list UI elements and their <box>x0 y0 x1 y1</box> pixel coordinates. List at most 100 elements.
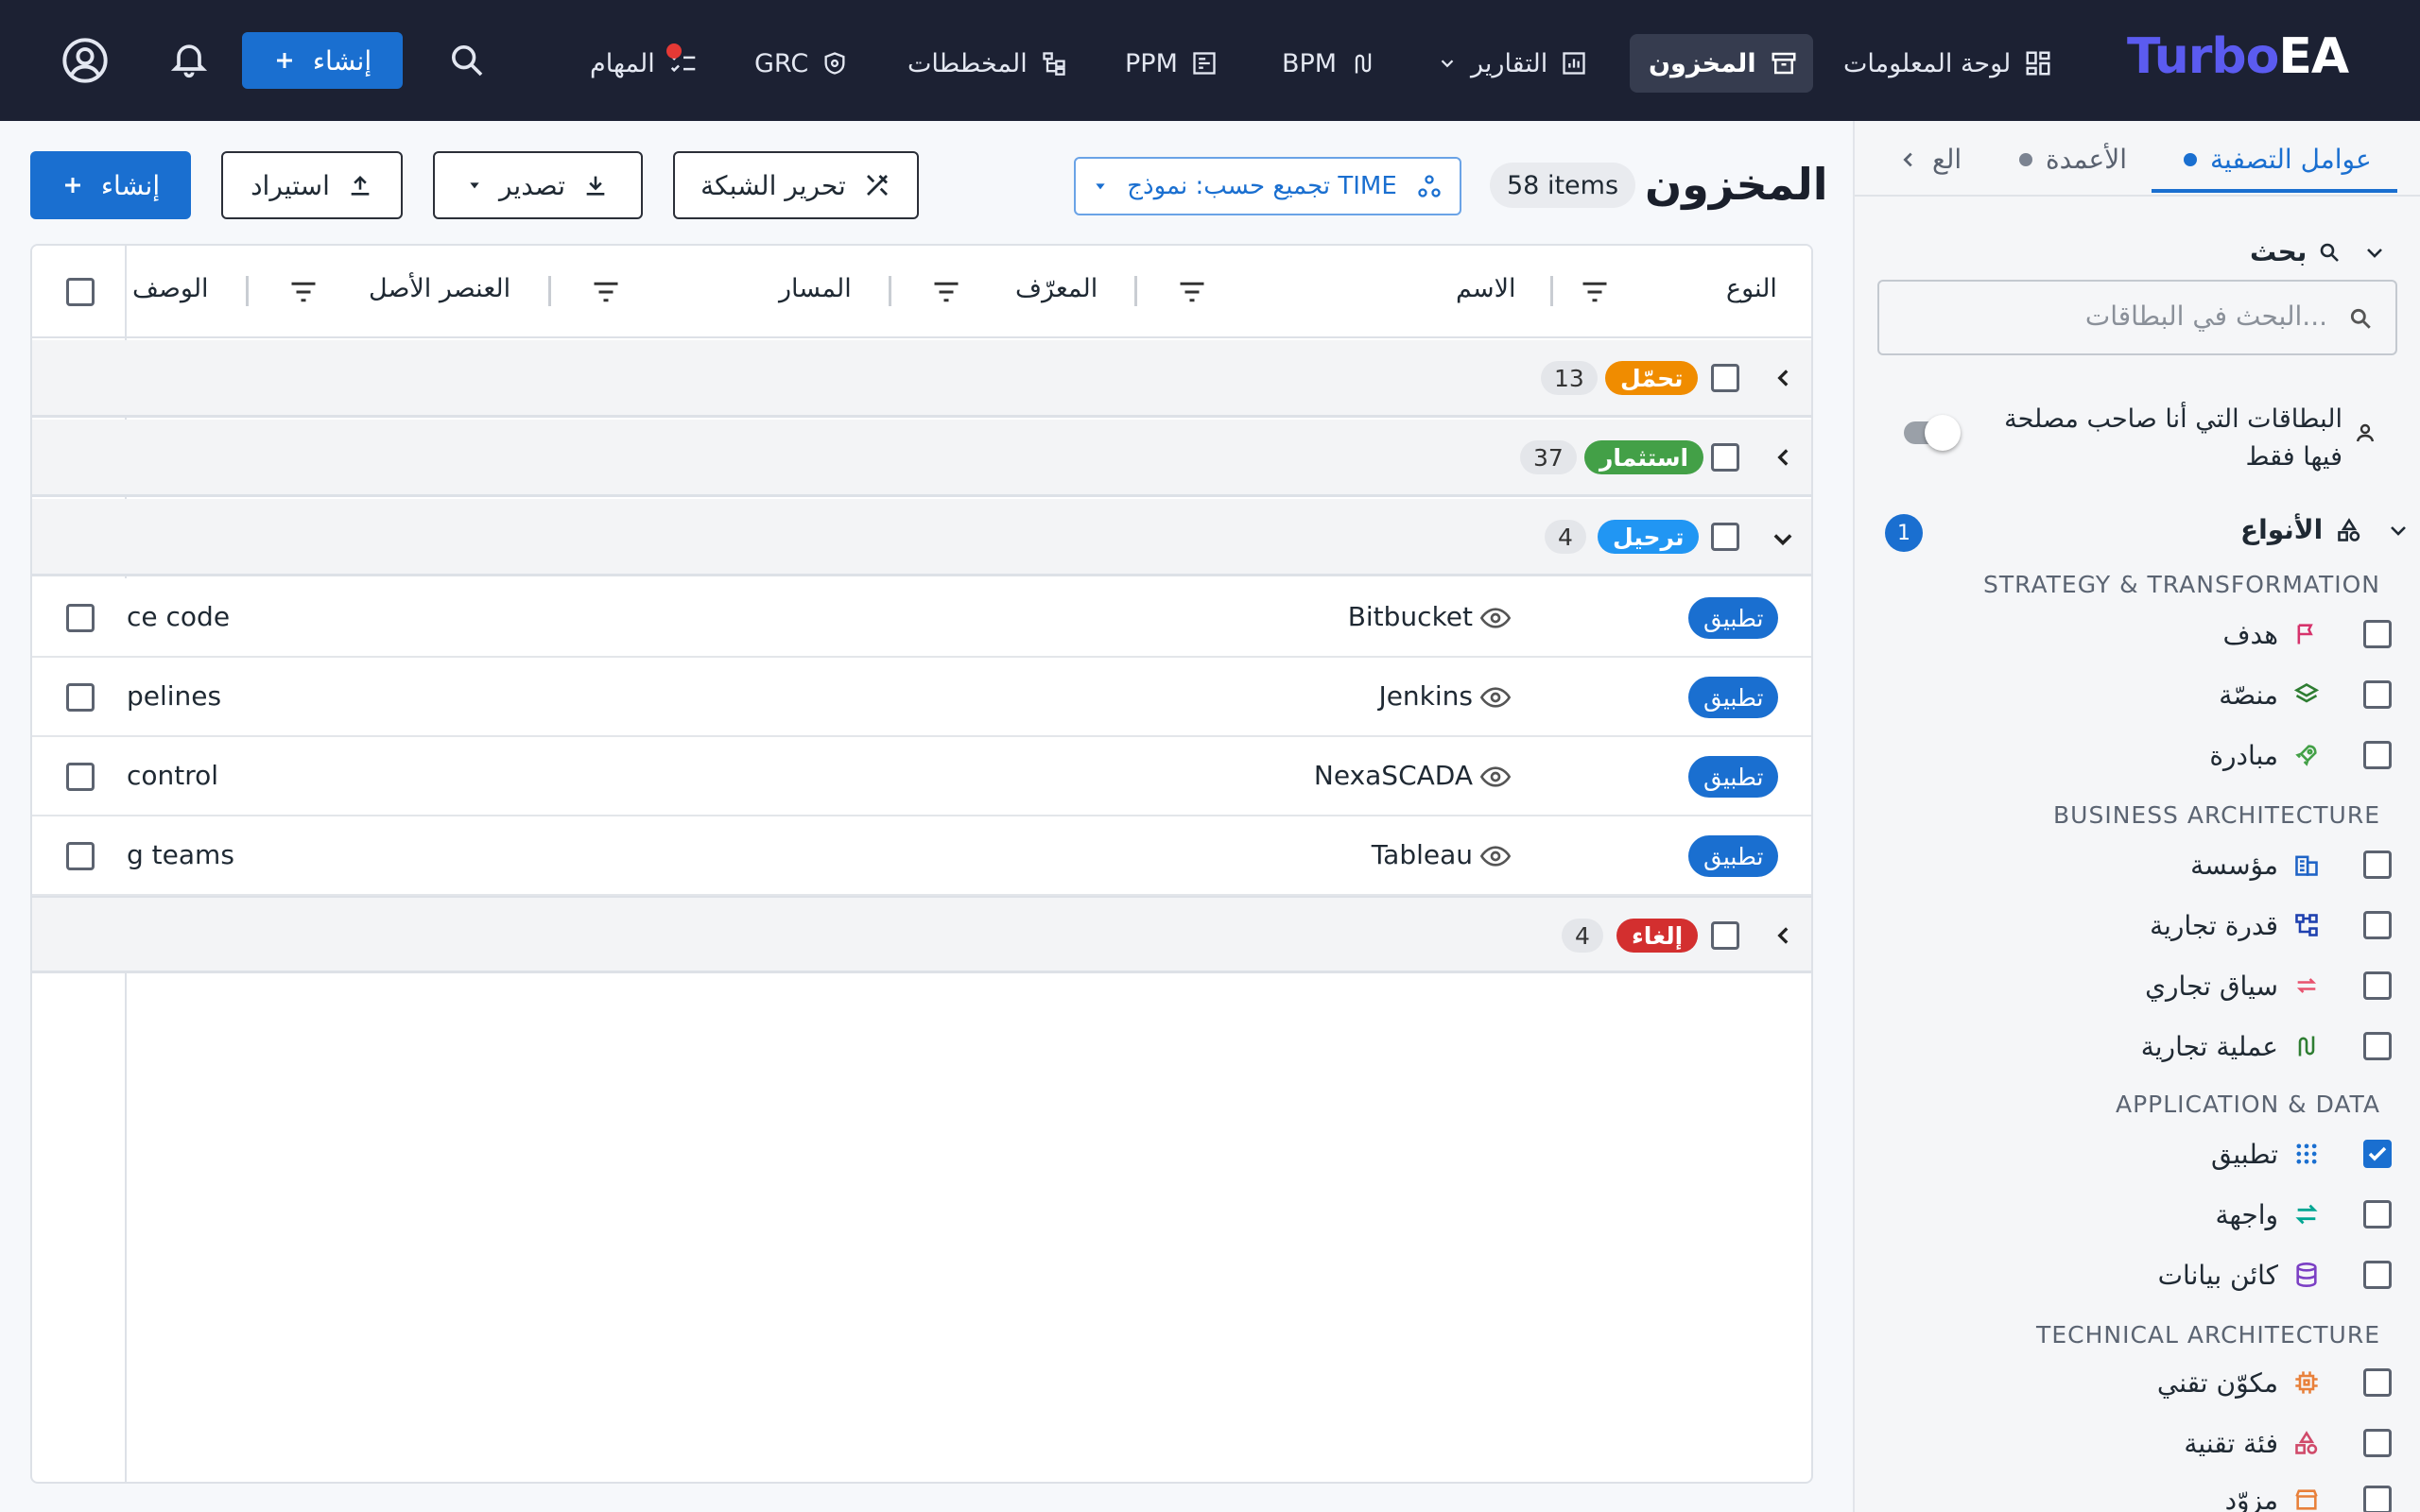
type-checkbox[interactable] <box>2363 1032 2392 1060</box>
type-filter-business-capability[interactable]: قدرة تجارية <box>2150 902 2392 949</box>
group-row-tolerate[interactable]: تحمّل 13 <box>32 340 1811 418</box>
type-filter-business-context[interactable]: سياق تجاري <box>2145 962 2392 1009</box>
row-name[interactable]: Tableau <box>1372 839 1473 870</box>
column-divider[interactable] <box>1550 276 1553 306</box>
row-name[interactable]: NexaSCADA <box>1314 760 1473 791</box>
column-header-id[interactable]: المعرّف <box>1015 274 1098 303</box>
column-header-type[interactable]: النوع <box>1726 274 1777 303</box>
group-row-eliminate[interactable]: إلغاء 4 <box>32 896 1811 973</box>
column-header-name[interactable]: الاسم <box>1456 274 1516 303</box>
account-icon[interactable] <box>60 36 110 85</box>
column-divider[interactable] <box>889 276 891 306</box>
card-search-input[interactable]: البحث في البطاقات... <box>1877 280 2397 355</box>
type-checkbox[interactable] <box>2363 911 2392 939</box>
types-section-header[interactable]: الأنواع <box>2240 514 2410 545</box>
create-button-top[interactable]: إنشاء <box>242 32 403 89</box>
column-header-description[interactable]: الوصف <box>132 274 209 303</box>
type-checkbox-checked[interactable] <box>2363 1140 2392 1168</box>
type-filter-provider[interactable]: مزوّد <box>2225 1476 2392 1512</box>
eye-icon[interactable] <box>1480 843 1511 869</box>
group-checkbox[interactable] <box>1711 523 1739 551</box>
nav-tasks[interactable]: المهام <box>571 34 717 93</box>
column-header-parent[interactable]: العنصر الأصل <box>369 274 510 303</box>
type-checkbox[interactable] <box>2363 741 2392 769</box>
filter-icon[interactable] <box>1581 280 1609 304</box>
type-filter-initiative[interactable]: مبادرة <box>2209 731 2392 779</box>
turboea-logo[interactable]: TurboEA <box>2127 28 2349 85</box>
eye-icon[interactable] <box>1480 684 1511 711</box>
row-checkbox[interactable] <box>66 683 95 712</box>
section-heading-technical: TECHNICAL ARCHITECTURE <box>2036 1321 2380 1349</box>
filter-icon[interactable] <box>1178 280 1206 304</box>
type-checkbox[interactable] <box>2363 1261 2392 1289</box>
chevron-left-icon[interactable] <box>1772 445 1796 470</box>
edit-grid-button[interactable]: تحرير الشبكة <box>673 151 919 219</box>
import-button[interactable]: استيراد <box>221 151 403 219</box>
column-header-path[interactable]: المسار <box>779 274 852 303</box>
nav-ppm[interactable]: PPM <box>1106 34 1236 93</box>
search-section-header[interactable]: بحث <box>2250 236 2386 267</box>
nav-grc[interactable]: GRC <box>735 34 867 93</box>
stakeholder-toggle[interactable] <box>1904 415 1961 451</box>
column-divider[interactable] <box>1134 276 1137 306</box>
export-button[interactable]: تصدير <box>433 151 643 219</box>
eye-icon[interactable] <box>1480 605 1511 631</box>
group-checkbox[interactable] <box>1711 921 1739 950</box>
type-checkbox[interactable] <box>2363 1486 2392 1512</box>
chevron-left-icon[interactable] <box>1772 923 1796 948</box>
nav-inventory[interactable]: المخزون <box>1630 34 1813 93</box>
type-filter-interface[interactable]: واجهة <box>2215 1191 2392 1238</box>
type-filter-data-object[interactable]: كائن بيانات <box>2158 1251 2392 1298</box>
type-filter-objective[interactable]: هدف <box>2223 610 2392 658</box>
type-checkbox[interactable] <box>2363 971 2392 1000</box>
column-divider[interactable] <box>246 276 249 306</box>
type-filter-platform[interactable]: منصّة <box>2219 671 2392 718</box>
create-button[interactable]: إنشاء <box>30 151 191 219</box>
active-tab-indicator <box>2152 189 2397 193</box>
route-icon <box>2293 1033 2320 1059</box>
type-checkbox[interactable] <box>2363 1368 2392 1397</box>
type-filter-application[interactable]: تطبيق <box>2211 1130 2392 1177</box>
nav-dashboard[interactable]: لوحة المعلومات <box>1824 34 2071 93</box>
filter-icon[interactable] <box>592 280 620 304</box>
type-checkbox[interactable] <box>2363 680 2392 709</box>
row-name[interactable]: Jenkins <box>1378 680 1473 712</box>
type-filter-organization[interactable]: مؤسسة <box>2190 841 2392 888</box>
chevron-down-icon[interactable] <box>1770 525 1796 552</box>
type-checkbox[interactable] <box>2363 850 2392 879</box>
filter-icon[interactable] <box>289 280 318 304</box>
table-row[interactable]: تطبيق Tableau g teams <box>32 816 1811 896</box>
type-checkbox[interactable] <box>2363 620 2392 648</box>
bell-icon[interactable] <box>168 38 210 79</box>
row-name[interactable]: Bitbucket <box>1348 601 1473 632</box>
type-filter-tech-category[interactable]: فئة تقنية <box>2184 1419 2392 1467</box>
tab-columns[interactable]: الأعمدة <box>2019 144 2127 175</box>
filter-icon[interactable] <box>932 280 960 304</box>
column-divider[interactable] <box>548 276 551 306</box>
group-row-invest[interactable]: استثمار 37 <box>32 420 1811 497</box>
flag-icon <box>2293 621 2320 647</box>
group-checkbox[interactable] <box>1711 364 1739 392</box>
table-row[interactable]: تطبيق NexaSCADA control <box>32 737 1811 816</box>
search-icon[interactable] <box>448 42 486 79</box>
row-checkbox[interactable] <box>66 763 95 791</box>
group-by-select[interactable]: تجميع حسب: نموذج TIME <box>1074 157 1461 215</box>
table-row[interactable]: تطبيق Jenkins pelines <box>32 658 1811 737</box>
select-all-checkbox[interactable] <box>66 278 95 306</box>
type-filter-it-component[interactable]: مكوّن تقني <box>2157 1359 2392 1406</box>
chevron-left-icon[interactable] <box>1772 366 1796 390</box>
row-checkbox[interactable] <box>66 604 95 632</box>
table-row[interactable]: تطبيق Bitbucket ce code <box>32 578 1811 658</box>
type-checkbox[interactable] <box>2363 1429 2392 1457</box>
type-checkbox[interactable] <box>2363 1200 2392 1228</box>
eye-icon[interactable] <box>1480 764 1511 790</box>
row-checkbox[interactable] <box>66 842 95 870</box>
type-filter-business-process[interactable]: عملية تجارية <box>2141 1022 2392 1070</box>
tab-filters[interactable]: عوامل التصفية <box>2184 144 2372 175</box>
nav-diagrams[interactable]: المخططات <box>889 34 1086 93</box>
tab-more[interactable]: الع <box>1898 144 1962 175</box>
nav-bpm[interactable]: BPM <box>1263 34 1395 93</box>
group-row-migrate[interactable]: ترحيل 4 <box>32 499 1811 576</box>
nav-reports[interactable]: التقارير <box>1418 34 1606 93</box>
group-checkbox[interactable] <box>1711 443 1739 472</box>
